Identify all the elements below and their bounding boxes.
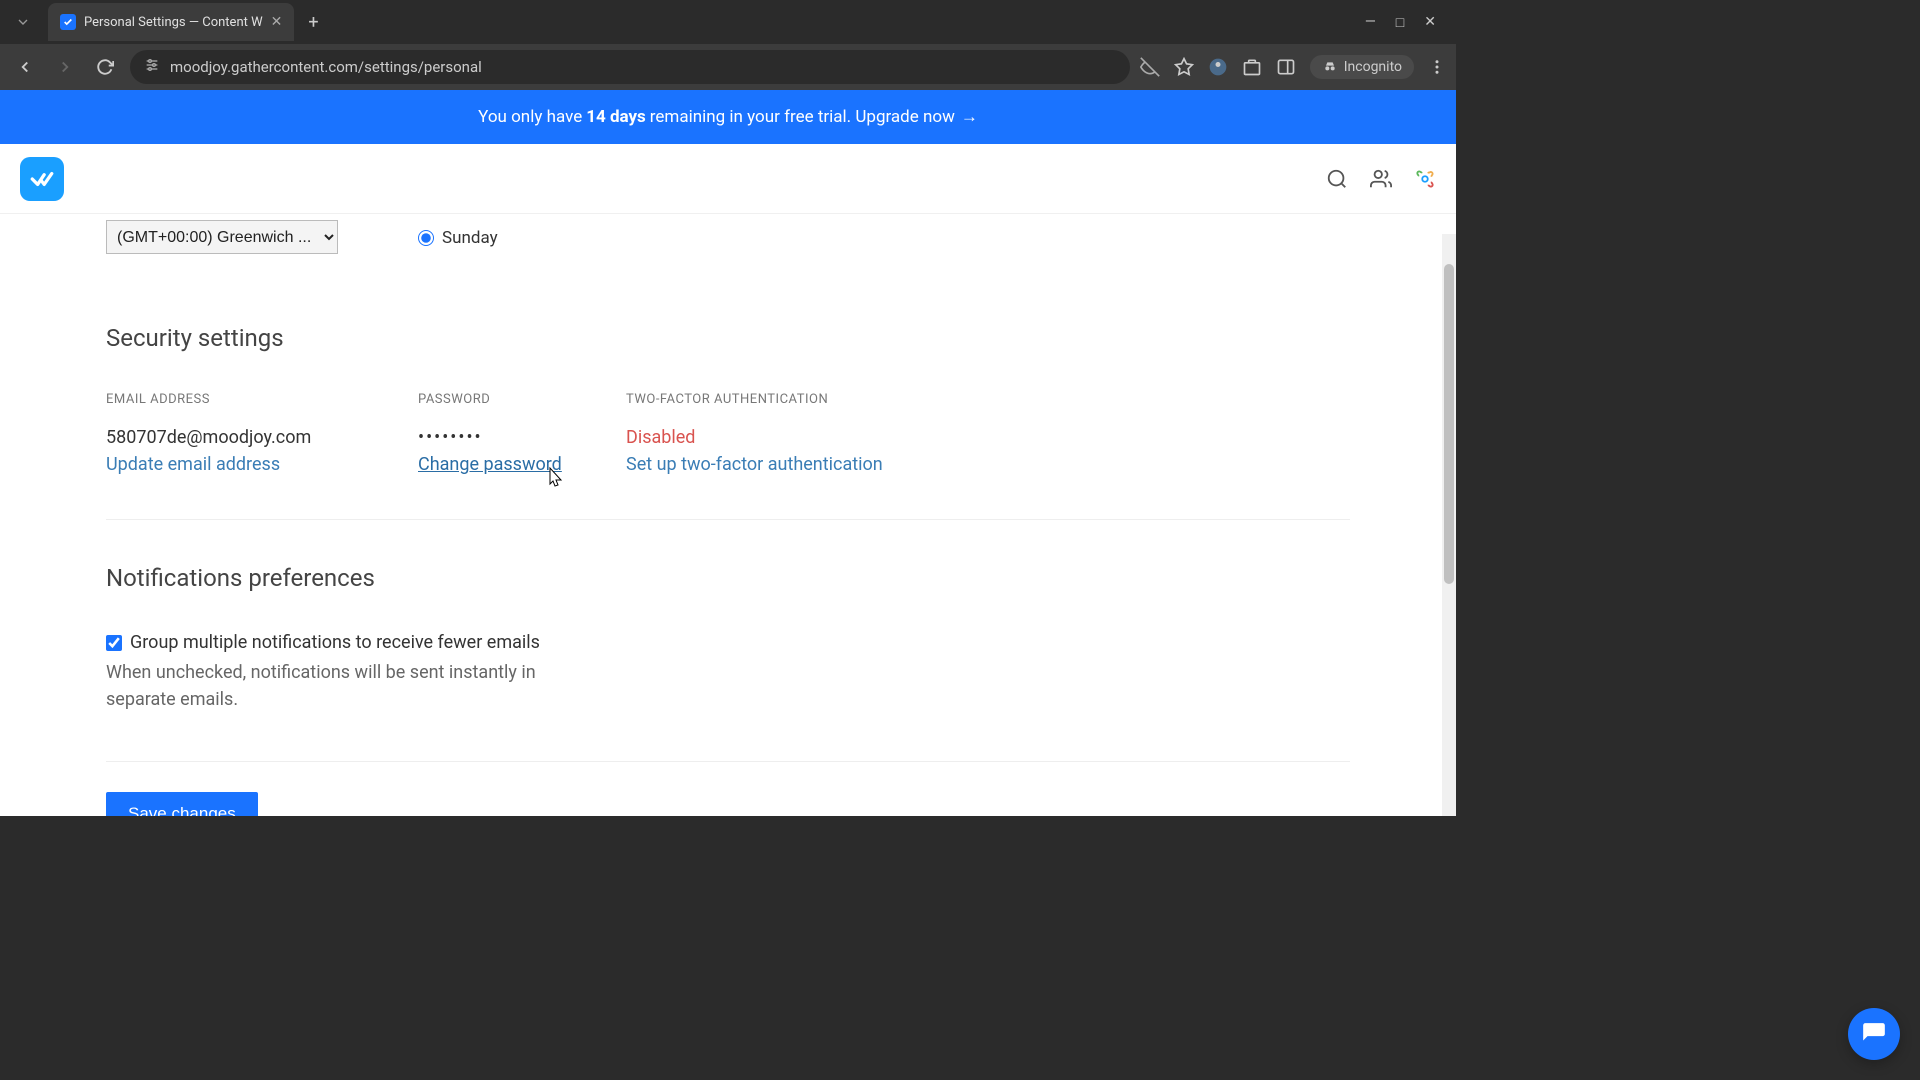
tfa-value: Disabled xyxy=(626,427,883,448)
email-column: EMAIL ADDRESS 580707de@moodjoy.com Updat… xyxy=(106,392,418,475)
eye-off-icon[interactable] xyxy=(1140,57,1160,77)
browser-tab[interactable]: Personal Settings — Content W ✕ xyxy=(48,3,294,41)
app-header xyxy=(0,144,1456,214)
chat-widget-button[interactable] xyxy=(1848,1008,1900,1060)
tab-favicon xyxy=(60,14,76,30)
new-tab-button[interactable]: + xyxy=(298,12,328,33)
group-notifications-label: Group multiple notifications to receive … xyxy=(130,632,540,653)
maximize-button[interactable]: □ xyxy=(1396,14,1404,31)
app-logo[interactable] xyxy=(20,157,64,201)
security-section: Security settings EMAIL ADDRESS 580707de… xyxy=(106,324,1350,520)
browser-tab-strip: Personal Settings — Content W ✕ + ― □ ✕ xyxy=(0,0,1456,44)
section-divider xyxy=(106,519,1350,520)
forward-button[interactable] xyxy=(50,52,80,82)
banner-days: 14 days xyxy=(586,107,646,127)
password-column: PASSWORD •••••••• Change password xyxy=(418,392,626,475)
window-controls: ― □ ✕ xyxy=(1365,14,1448,31)
page-viewport: You only have 14 days remaining in your … xyxy=(0,90,1456,816)
tab-title: Personal Settings — Content W xyxy=(84,15,263,30)
notifications-heading: Notifications preferences xyxy=(106,564,1350,592)
update-email-link[interactable]: Update email address xyxy=(106,454,280,475)
password-value: •••••••• xyxy=(418,427,626,448)
group-notifications-checkbox-row[interactable]: Group multiple notifications to receive … xyxy=(106,632,1350,653)
password-label: PASSWORD xyxy=(418,392,626,407)
sunday-label: Sunday xyxy=(442,228,498,248)
site-settings-icon[interactable] xyxy=(144,57,160,77)
arrow-right-icon: → xyxy=(961,107,978,127)
people-icon[interactable] xyxy=(1370,168,1392,190)
group-notifications-checkbox[interactable] xyxy=(106,635,122,651)
browser-menu-icon[interactable] xyxy=(1428,58,1446,76)
browser-toolbar: moodjoy.gathercontent.com/settings/perso… xyxy=(0,44,1456,90)
address-bar[interactable]: moodjoy.gathercontent.com/settings/perso… xyxy=(130,50,1130,84)
email-label: EMAIL ADDRESS xyxy=(106,392,418,407)
url-text: moodjoy.gathercontent.com/settings/perso… xyxy=(170,58,1116,76)
profile-avatar-icon[interactable] xyxy=(1208,57,1228,77)
notifications-section: Notifications preferences Group multiple… xyxy=(106,564,1350,816)
setup-tfa-link[interactable]: Set up two-factor authentication xyxy=(626,454,883,475)
email-value: 580707de@moodjoy.com xyxy=(106,427,418,448)
extensions-icon[interactable] xyxy=(1242,57,1262,77)
tfa-column: TWO-FACTOR AUTHENTICATION Disabled Set u… xyxy=(626,392,883,475)
save-button[interactable]: Save changes xyxy=(106,792,258,816)
security-heading: Security settings xyxy=(106,324,1350,352)
settings-gear-icon[interactable] xyxy=(1414,168,1436,190)
back-button[interactable] xyxy=(10,52,40,82)
change-password-link[interactable]: Change password xyxy=(418,454,562,475)
incognito-indicator[interactable]: Incognito xyxy=(1310,55,1414,79)
timezone-select[interactable]: (GMT+00:00) Greenwich ... xyxy=(106,220,338,254)
minimize-button[interactable]: ― xyxy=(1365,14,1376,31)
close-window-button[interactable]: ✕ xyxy=(1424,14,1436,31)
section-divider xyxy=(106,761,1350,762)
incognito-label: Incognito xyxy=(1344,59,1402,75)
tab-search-button[interactable] xyxy=(8,7,38,37)
settings-content: (GMT+00:00) Greenwich ... Sunday Securit… xyxy=(0,214,1456,816)
banner-suffix: remaining in your free trial. Upgrade no… xyxy=(650,107,955,127)
trial-banner[interactable]: You only have 14 days remaining in your … xyxy=(0,90,1456,144)
tab-close-icon[interactable]: ✕ xyxy=(271,14,283,30)
scrollbar[interactable] xyxy=(1442,234,1456,816)
banner-prefix: You only have xyxy=(478,107,582,127)
sunday-radio[interactable] xyxy=(418,230,434,246)
notifications-help-text: When unchecked, notifications will be se… xyxy=(106,659,606,713)
week-start-sunday-option[interactable]: Sunday xyxy=(418,228,498,248)
reload-button[interactable] xyxy=(90,52,120,82)
search-icon[interactable] xyxy=(1326,168,1348,190)
sidepanel-icon[interactable] xyxy=(1276,57,1296,77)
tfa-label: TWO-FACTOR AUTHENTICATION xyxy=(626,392,883,407)
bookmark-star-icon[interactable] xyxy=(1174,57,1194,77)
scrollbar-thumb[interactable] xyxy=(1444,264,1454,584)
